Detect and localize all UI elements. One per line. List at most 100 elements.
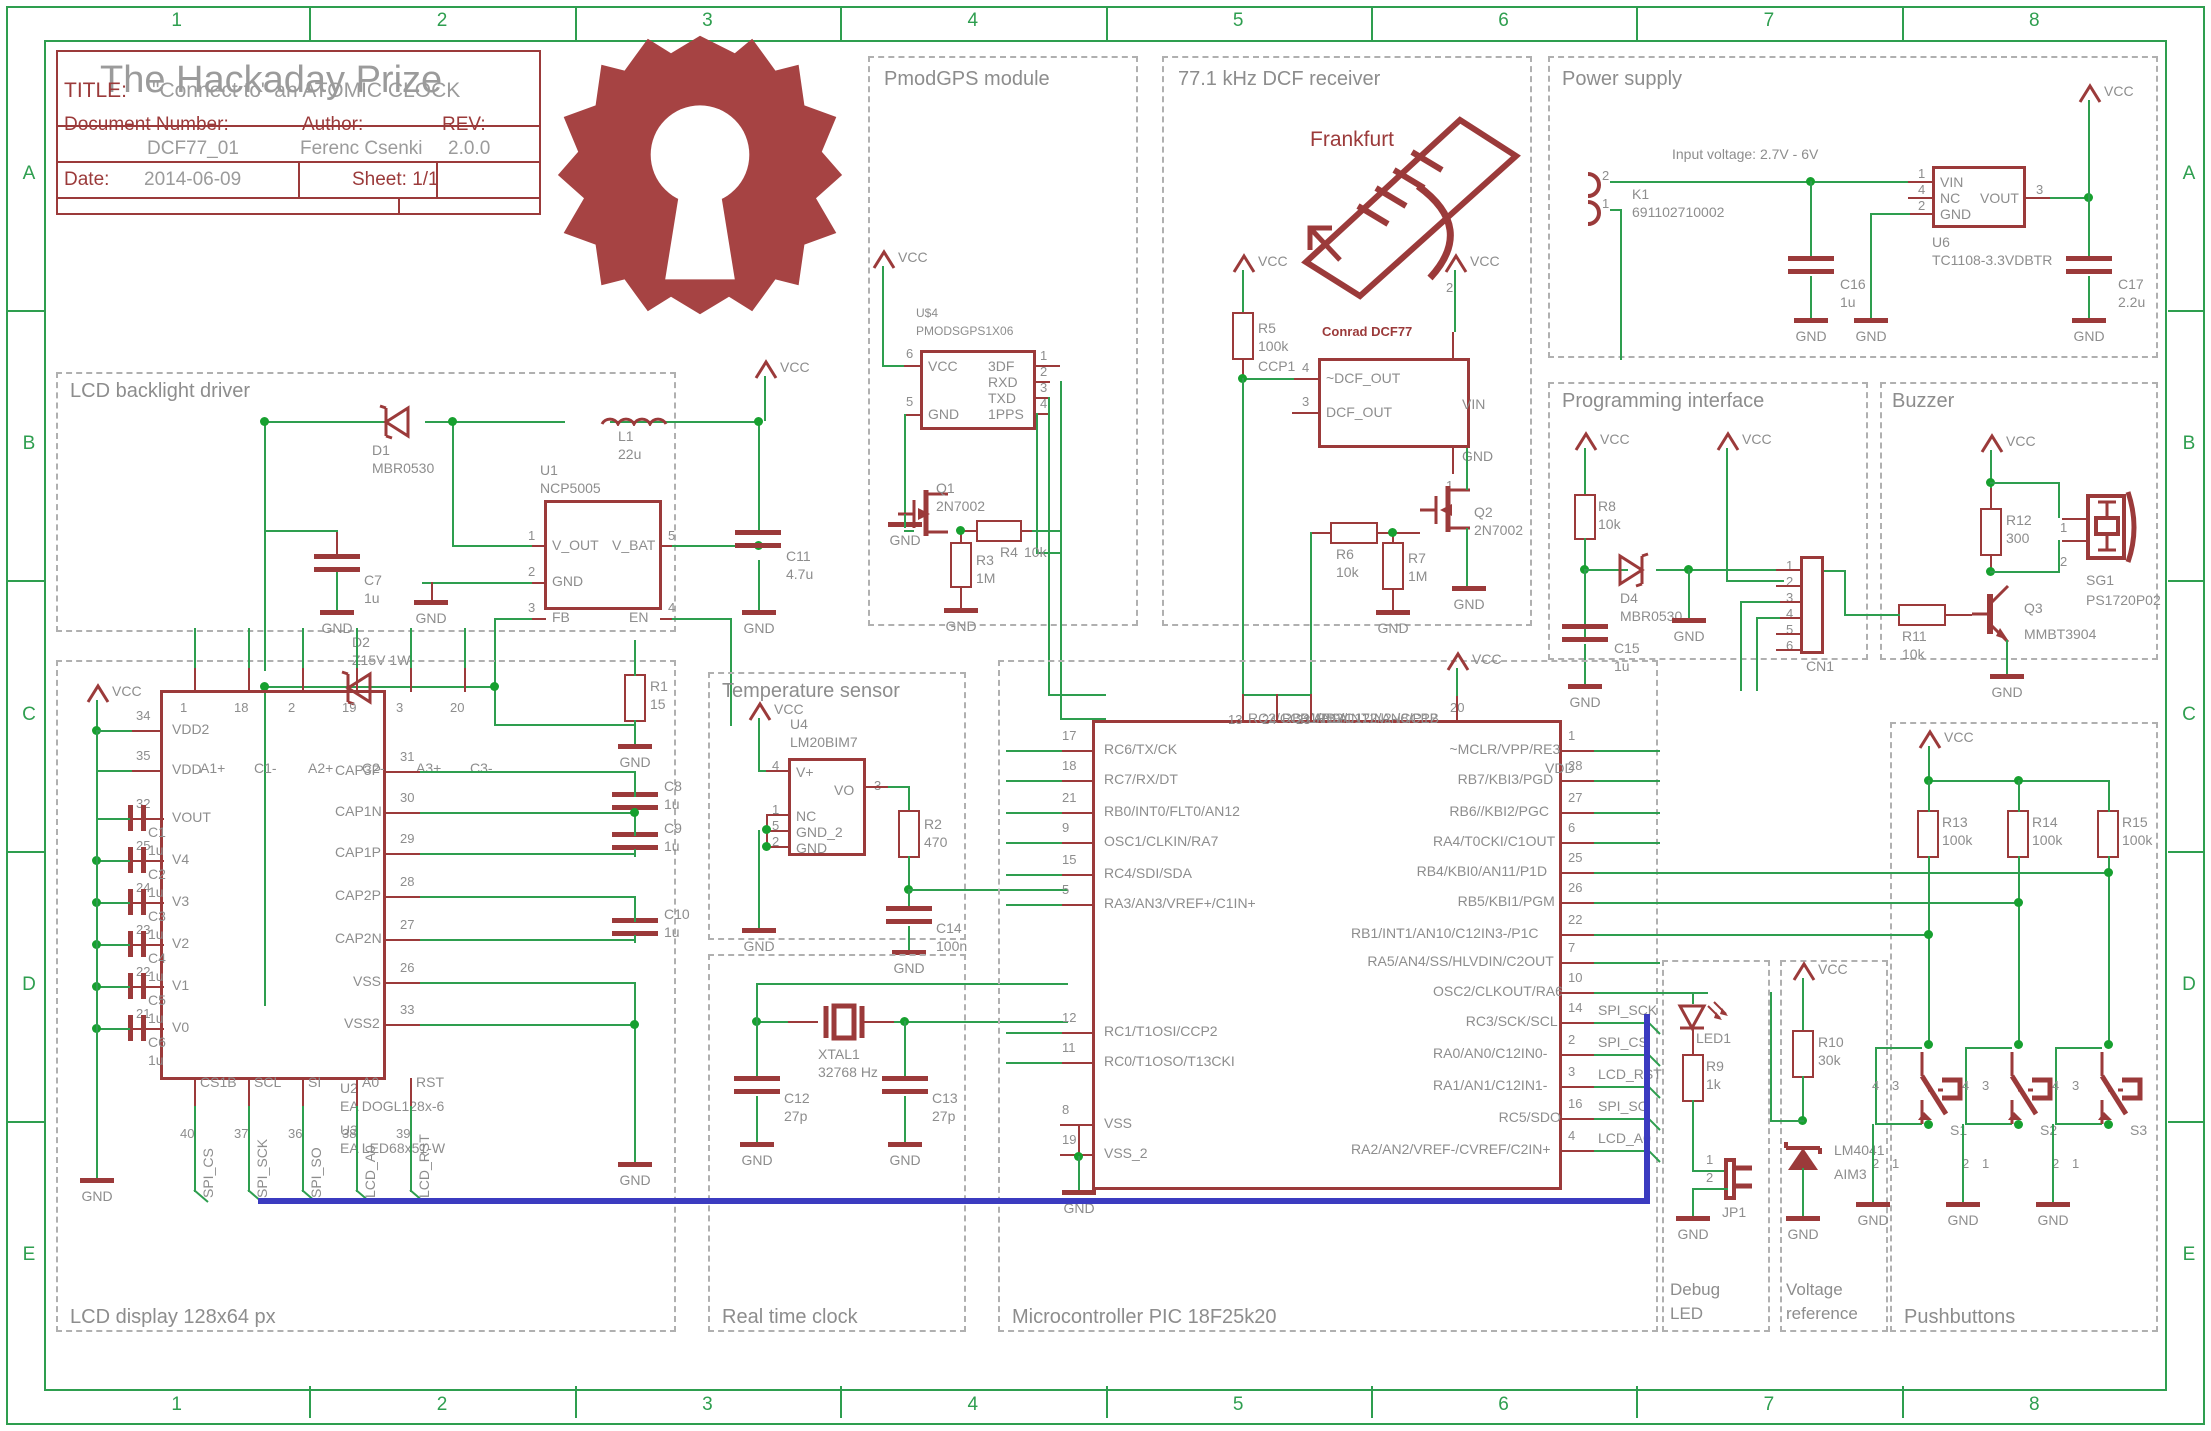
lcd-top-pinnum-1: 1 — [180, 700, 188, 715]
u4t-pin-vplus: V+ — [796, 764, 814, 780]
wire — [904, 514, 906, 528]
wire — [452, 545, 532, 547]
frame-tick — [2168, 850, 2204, 853]
lcd-right-pinnum-30: 30 — [400, 790, 415, 805]
pin-wire — [1310, 694, 1312, 722]
u1-pinnum-5: 5 — [668, 528, 676, 543]
u4t-ref: U4 — [790, 716, 808, 732]
wire — [758, 421, 760, 531]
vcc-label: VCC — [774, 701, 804, 717]
gps-pin-1pps: 1PPS — [988, 406, 1024, 422]
wire — [2108, 856, 2110, 1044]
lcd-right-pinnum-26: 26 — [400, 960, 415, 975]
block-title-lcd-display: LCD display 128x64 px — [70, 1306, 276, 1328]
frame-tick — [1105, 1386, 1108, 1418]
frame-tick — [8, 850, 44, 853]
wire — [1060, 381, 1062, 561]
pin-wire — [1060, 904, 1094, 906]
wire — [1006, 1032, 1062, 1034]
gnd-label: GND — [321, 620, 353, 636]
bus-entry — [193, 1190, 209, 1203]
q1-ref: Q1 — [936, 480, 955, 496]
pin-wire — [132, 730, 162, 732]
wire — [1692, 1188, 1694, 1218]
frame-row-A: A — [2182, 163, 2196, 185]
r5-val: 100k — [1258, 338, 1289, 354]
frame-tick — [8, 1120, 44, 1123]
wire — [264, 530, 338, 532]
block-title-debug-led-1: Debug — [1670, 1280, 1721, 1299]
mcu-right-pin-RB6//KBI2/PGC: RB6//KBI2/PGC — [1449, 803, 1549, 819]
pin-wire — [1060, 1124, 1094, 1126]
wire — [634, 771, 636, 797]
lcd-left-pin-V0: V0 — [172, 1019, 190, 1035]
pin-wire — [1560, 1054, 1596, 1056]
pin-wire — [1560, 780, 1596, 782]
lcd-cap-val-C4: 1u — [148, 968, 164, 984]
c14-val: 100n — [936, 938, 968, 954]
u1-val: NCP5005 — [540, 480, 601, 496]
pb-res-val-R13: 100k — [1942, 832, 1973, 848]
wire — [2108, 780, 2110, 812]
pin-wire — [386, 812, 422, 814]
wire — [420, 853, 502, 855]
pin-wire — [786, 1021, 818, 1023]
mcu-right-pin-RA0/AN0/C12IN0-: RA0/AN0/C12IN0- — [1433, 1045, 1548, 1061]
pb-res-ref-R15: R15 — [2122, 814, 2148, 830]
block-title-vref-2: reference — [1786, 1304, 1858, 1323]
lcd-bot-pinnum-40: 40 — [180, 1126, 195, 1141]
schematic-sheet: 1122334455667788 AABBCCDDEE The Hackaday… — [0, 0, 2211, 1431]
dcf-pinnum-3: 3 — [1302, 394, 1310, 409]
junction — [762, 842, 771, 851]
wire — [2018, 856, 2020, 1044]
pin-wire — [532, 618, 546, 620]
wire — [248, 1106, 250, 1192]
frame-tick — [1370, 1386, 1373, 1418]
jumper-jp1-symbol — [1724, 1158, 1752, 1200]
u6-ref: U6 — [1932, 234, 1950, 250]
block-title-programming: Programming interface — [1562, 390, 1765, 412]
c9-val: 1u — [664, 838, 680, 854]
frame-tick — [1901, 1386, 1904, 1418]
docnum-label: Document Number: — [64, 114, 229, 135]
wire — [96, 860, 130, 862]
d1-ref: D1 — [372, 442, 390, 458]
pin-wire — [146, 1028, 164, 1030]
wire — [265, 421, 385, 423]
junction — [260, 417, 269, 426]
gnd-label: GND — [1991, 684, 2023, 700]
frame-tick — [840, 1386, 843, 1418]
pin-wire — [146, 944, 164, 946]
lcd-left-pin-VDD2: VDD2 — [172, 721, 210, 737]
lcd-top-pinnum-20: 20 — [450, 700, 465, 715]
wire — [1870, 213, 1872, 319]
wire — [194, 1106, 196, 1192]
wire — [1006, 812, 1062, 814]
block-title-dcf: 77.1 kHz DCF receiver — [1178, 68, 1381, 90]
junction — [2104, 868, 2113, 877]
frame-col-8: 8 — [2029, 10, 2040, 31]
gps-pinnum-1: 1 — [1040, 348, 1048, 363]
pin-wire — [146, 860, 164, 862]
mcu-right-pinnum-26: 26 — [1568, 880, 1583, 895]
mcu-top-pinnum-13: 13 — [1228, 712, 1243, 727]
r10-val: 30k — [1818, 1052, 1841, 1068]
pin-wire — [1560, 992, 1596, 994]
wire — [1802, 1168, 1804, 1218]
mcu-left-pinnum-9: 9 — [1062, 820, 1070, 835]
gnd-label: GND — [1795, 328, 1827, 344]
wire — [1594, 812, 1660, 814]
gnd-label: GND — [81, 1188, 113, 1204]
gnd-label: GND — [1857, 1212, 1889, 1228]
hackaday-gear-logo — [540, 30, 860, 320]
wire — [904, 1096, 906, 1144]
dcf-antenna-label: Conrad DCF77 — [1322, 324, 1413, 339]
d1-val: MBR0530 — [372, 460, 435, 476]
block-title-pmodgps: PmodGPS module — [884, 68, 1050, 90]
lcd-right-pin-CAP2N: CAP2N — [335, 930, 382, 946]
junction — [2014, 1040, 2023, 1049]
rev-label: REV: — [442, 114, 486, 135]
frame-col-3: 3 — [702, 10, 713, 31]
date-value: 2014-06-09 — [144, 169, 242, 190]
frame-tick — [1370, 8, 1373, 40]
